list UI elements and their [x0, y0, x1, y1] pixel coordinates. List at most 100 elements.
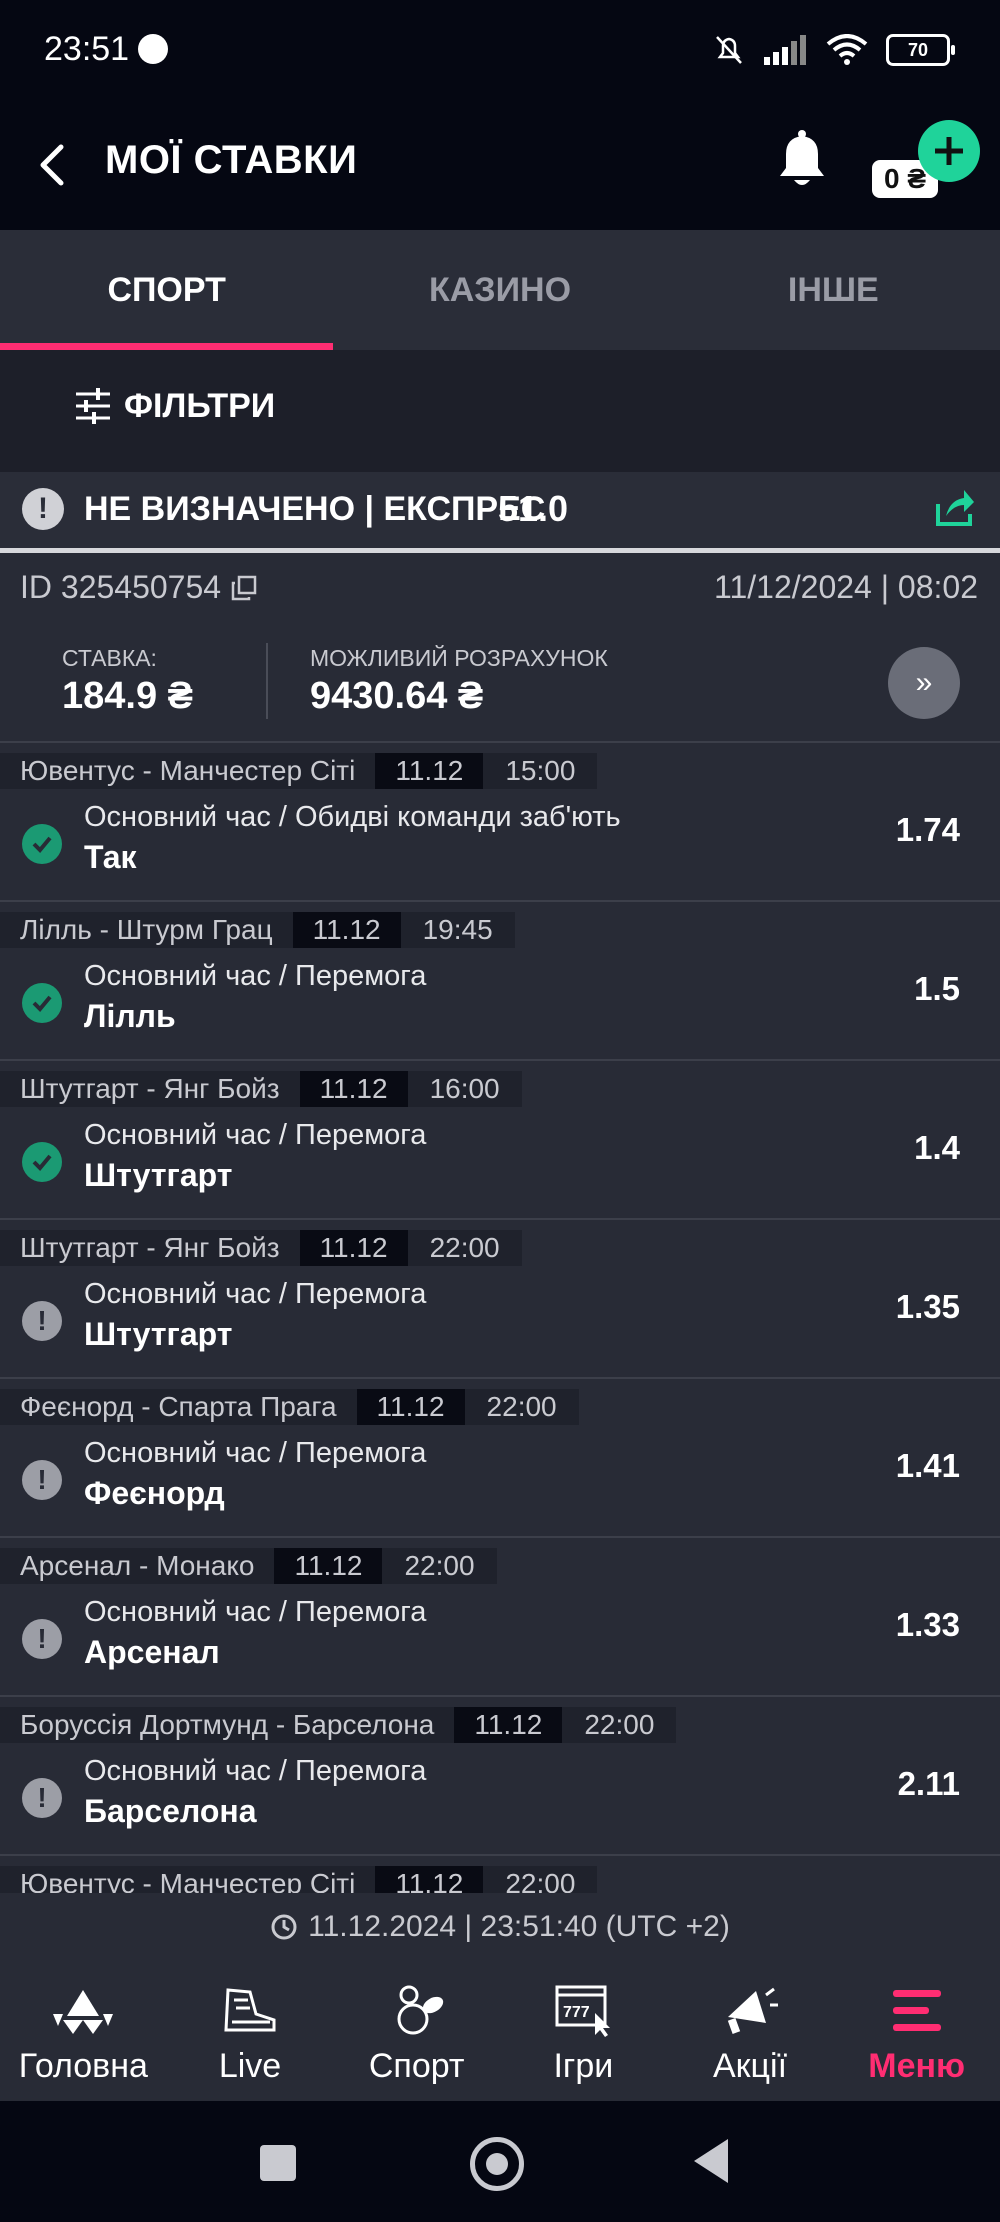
event-day: 11.12: [299, 1230, 408, 1266]
exclamation-icon: !: [22, 1619, 62, 1659]
event-time: 22:00: [407, 1230, 522, 1266]
event-header: Лілль - Штурм Грац 11.12 19:45: [0, 912, 515, 948]
event-time: 22:00: [382, 1548, 497, 1584]
bet-status-title: НЕ ВИЗНАЧЕНО | ЕКСПРЕС: [84, 490, 546, 528]
event-odds: 1.74: [895, 811, 960, 848]
app-header: МОЇ СТАВКИ 0 ₴: [0, 100, 1000, 230]
share-button[interactable]: [932, 486, 976, 530]
notifications-button[interactable]: [770, 126, 834, 196]
event-row[interactable]: Штутгарт - Янг Бойз 11.12 22:00 ! Основн…: [0, 1220, 1000, 1379]
bet-id-text: ID 325450754: [20, 569, 222, 605]
event-row[interactable]: Лілль - Штурм Грац 11.12 19:45 Основний …: [0, 902, 1000, 1061]
home-icon: [51, 1979, 115, 2043]
event-selection: Штутгарт: [84, 1157, 233, 1193]
event-selection: Арсенал: [84, 1634, 220, 1670]
nav-label: Ігри: [553, 2047, 614, 2085]
check-icon: [22, 983, 62, 1023]
nav-home[interactable]: Головна: [0, 1961, 167, 2101]
deposit-button[interactable]: [918, 120, 980, 182]
event-day: 11.12: [375, 753, 484, 789]
event-row[interactable]: Ювентус - Манчестер Сіті 11.12 15:00 Осн…: [0, 743, 1000, 902]
tab-other[interactable]: ІНШЕ: [667, 230, 1000, 350]
event-match: Боруссія Дортмунд - Барселона: [0, 1707, 455, 1743]
event-market: Основний час / Перемога: [84, 1119, 427, 1151]
recent-apps-button[interactable]: [260, 2145, 296, 2181]
event-match: Феєнорд - Спарта Прага: [0, 1389, 357, 1425]
event-row[interactable]: Боруссія Дортмунд - Барселона 11.12 22:0…: [0, 1697, 1000, 1856]
event-day: 11.12: [274, 1548, 383, 1584]
event-odds: 1.4: [914, 1129, 960, 1166]
event-odds: 1.33: [895, 1606, 960, 1643]
check-icon: [22, 824, 62, 864]
event-selection: Феєнорд: [84, 1475, 225, 1511]
nav-label: Акції: [713, 2047, 788, 2085]
stake-value: 184.9 ₴: [62, 675, 193, 717]
nav-sport[interactable]: Спорт: [333, 1961, 500, 2101]
status-time: 23:51: [44, 30, 130, 68]
nav-live[interactable]: Live: [167, 1961, 334, 2101]
clock-icon: [271, 1914, 297, 1940]
nav-menu[interactable]: Меню: [833, 1961, 1000, 2101]
event-match: Штутгарт - Янг Бойз: [0, 1230, 300, 1266]
bell-icon: [780, 130, 824, 185]
tab-sport[interactable]: СПОРТ: [0, 230, 334, 350]
screen-record-icon: [138, 34, 168, 64]
current-time-footer: 11.12.2024 | 23:51:40 (UTC +2): [0, 1893, 1000, 1961]
status-bar: 23:51 70: [0, 0, 1000, 100]
event-header: Феєнорд - Спарта Прага 11.12 22:00: [0, 1389, 579, 1425]
event-market: Основний час / Перемога: [84, 1596, 427, 1628]
tab-casino[interactable]: КАЗИНО: [333, 230, 666, 350]
nav-label: Меню: [868, 2047, 966, 2085]
event-market: Основний час / Перемога: [84, 1278, 427, 1310]
event-header: Штутгарт - Янг Бойз 11.12 22:00: [0, 1230, 522, 1266]
event-row[interactable]: Штутгарт - Янг Бойз 11.12 16:00 Основний…: [0, 1061, 1000, 1220]
event-match: Штутгарт - Янг Бойз: [0, 1071, 300, 1107]
sliders-icon: [76, 388, 110, 424]
nav-games[interactable]: 777 Ігри: [500, 1961, 667, 2101]
event-match: Арсенал - Монако: [0, 1548, 275, 1584]
event-selection: Штутгарт: [84, 1316, 233, 1352]
event-day: 11.12: [299, 1071, 408, 1107]
event-header: Штутгарт - Янг Бойз 11.12 16:00: [0, 1071, 522, 1107]
event-odds: 1.5: [914, 970, 960, 1007]
bet-status-header: ! НЕ ВИЗНАЧЕНО | ЕКСПРЕС 51.0: [0, 472, 1000, 553]
back-button[interactable]: [22, 130, 82, 200]
event-time: 19:45: [400, 912, 515, 948]
bet-category-tabs: СПОРТ КАЗИНО ІНШЕ: [0, 230, 1000, 350]
nav-promo[interactable]: Акції: [667, 1961, 834, 2101]
event-row[interactable]: Ювентус - Манчестер Сіті 11.12 22:00: [0, 1856, 1000, 1893]
event-selection: Так: [84, 839, 137, 875]
copy-icon[interactable]: [231, 575, 257, 601]
wifi-icon: [826, 34, 868, 65]
payout-value: 9430.64 ₴: [310, 675, 484, 717]
nav-label: Live: [218, 2047, 282, 2085]
event-row[interactable]: Феєнорд - Спарта Прага 11.12 22:00 ! Осн…: [0, 1379, 1000, 1538]
bet-id[interactable]: ID 325450754: [20, 569, 257, 606]
filters-bar: ФІЛЬТРИ: [0, 350, 1000, 472]
menu-icon: [885, 1979, 949, 2043]
live-icon: [218, 1979, 282, 2043]
event-row[interactable]: Арсенал - Монако 11.12 22:00 ! Основний …: [0, 1538, 1000, 1697]
svg-text:777: 777: [563, 2004, 590, 2021]
sport-icon: [385, 1979, 449, 2043]
signal-icon: [764, 35, 806, 65]
event-day: 11.12: [356, 1389, 465, 1425]
system-back-button[interactable]: [694, 2139, 728, 2183]
battery-icon: 70: [886, 34, 955, 66]
event-header: Ювентус - Манчестер Сіті 11.12 15:00: [0, 753, 598, 789]
page-title: МОЇ СТАВКИ: [105, 138, 358, 182]
check-icon: [22, 1142, 62, 1182]
exclamation-icon: !: [22, 1778, 62, 1818]
event-time: 15:00: [483, 753, 598, 789]
event-market: Основний час / Перемога: [84, 1437, 427, 1469]
payout-label: МОЖЛИВИЙ РОЗРАХУНОК: [310, 645, 608, 671]
filters-button[interactable]: ФІЛЬТРИ: [74, 386, 275, 426]
plus-icon: [935, 137, 963, 165]
event-match: Ювентус - Манчестер Сіті: [0, 753, 376, 789]
home-button[interactable]: [470, 2137, 524, 2191]
event-time: 22:00: [464, 1389, 579, 1425]
exclamation-icon: !: [22, 1301, 62, 1341]
current-time-text: 11.12.2024 | 23:51:40 (UTC +2): [308, 1910, 730, 1943]
event-odds: 1.41: [895, 1447, 960, 1484]
bet-details-button[interactable]: »: [888, 647, 960, 719]
